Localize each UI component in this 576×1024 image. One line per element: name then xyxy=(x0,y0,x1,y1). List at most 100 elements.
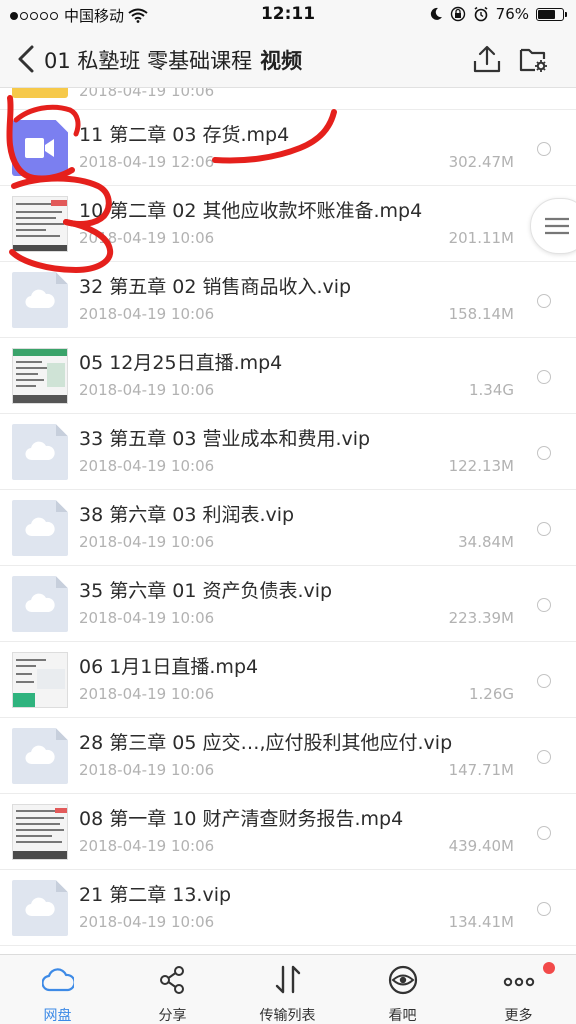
tab-bar: 网盘 分享 传输列表 看吧 更多 xyxy=(0,954,576,1024)
status-right: 76% xyxy=(429,5,567,23)
file-row[interactable]: 32 第五章 02 销售商品收入.vip 2018-04-19 10:06 15… xyxy=(0,262,576,338)
file-name: 38 第六章 03 利润表.vip xyxy=(79,504,295,526)
file-size: 1.34G xyxy=(468,381,514,399)
file-name: 06 1月1日直播.mp4 xyxy=(79,656,259,678)
tab-watch[interactable]: 看吧 xyxy=(345,955,460,1024)
hamburger-icon xyxy=(545,217,569,235)
cloud-file-icon xyxy=(12,424,68,480)
video-file-icon xyxy=(12,120,68,176)
file-name: 32 第五章 02 销售商品收入.vip xyxy=(79,276,352,298)
file-row[interactable]: 35 第六章 01 资产负债表.vip 2018-04-19 10:06 223… xyxy=(0,566,576,642)
cloud-file-icon xyxy=(12,880,68,936)
select-radio[interactable] xyxy=(537,142,551,156)
file-row[interactable]: 08 第一章 10 财产清查财务报告.mp4 2018-04-19 10:06 … xyxy=(0,794,576,870)
tab-cloud-drive[interactable]: 网盘 xyxy=(0,955,115,1024)
folder-thumbnail xyxy=(12,88,68,98)
file-row[interactable]: 11 第二章 03 存货.mp4 2018-04-19 12:06 302.47… xyxy=(0,110,576,186)
file-date: 2018-04-19 10:06 xyxy=(79,913,215,931)
select-radio[interactable] xyxy=(537,446,551,460)
tab-label: 网盘 xyxy=(43,1008,72,1024)
file-row[interactable]: 05 12月25日直播.mp4 2018-04-19 10:06 1.34G xyxy=(0,338,576,414)
file-name: 11 第二章 03 存货.mp4 xyxy=(79,124,290,146)
cloud-file-icon xyxy=(12,576,68,632)
partial-row[interactable]: 2018-04-19 10:06 xyxy=(0,88,576,110)
video-thumbnail xyxy=(12,652,68,708)
file-row[interactable]: 33 第五章 03 营业成本和费用.vip 2018-04-19 10:06 1… xyxy=(0,414,576,490)
tab-more[interactable]: 更多 xyxy=(461,955,576,1024)
file-date: 2018-04-19 10:06 xyxy=(79,457,215,475)
file-size: 34.84M xyxy=(458,533,514,551)
file-name: 10 第二章 02 其他应收款坏账准备.mp4 xyxy=(79,200,423,222)
tab-transfer-list[interactable]: 传输列表 xyxy=(230,955,345,1024)
select-radio[interactable] xyxy=(537,294,551,308)
file-row[interactable]: 28 第三章 05 应交…,应付股利其他应付.vip 2018-04-19 10… xyxy=(0,718,576,794)
file-date: 2018-04-19 10:06 xyxy=(79,609,215,627)
video-thumbnail xyxy=(12,804,68,860)
tab-label: 传输列表 xyxy=(259,1008,316,1024)
file-row[interactable]: 21 第二章 13.vip 2018-04-19 10:06 134.41M xyxy=(0,870,576,946)
file-date: 2018-04-19 10:06 xyxy=(79,305,215,323)
video-thumbnail xyxy=(12,196,68,252)
file-date: 2018-04-19 10:06 xyxy=(79,381,215,399)
tab-label: 更多 xyxy=(504,1008,533,1024)
battery-icon xyxy=(536,7,567,21)
file-size: 439.40M xyxy=(448,837,514,855)
video-thumbnail xyxy=(12,348,68,404)
cloud-file-icon xyxy=(12,728,68,784)
select-radio[interactable] xyxy=(537,598,551,612)
file-date: 2018-04-19 12:06 xyxy=(79,153,215,171)
file-size: 134.41M xyxy=(448,913,514,931)
select-radio[interactable] xyxy=(537,522,551,536)
battery-fill xyxy=(538,9,556,19)
cloud-file-icon xyxy=(12,500,68,556)
file-name: 35 第六章 01 资产负债表.vip xyxy=(79,580,333,602)
rotation-lock-icon xyxy=(450,6,465,22)
file-date: 2018-04-19 10:06 xyxy=(79,229,215,247)
file-size: 223.39M xyxy=(448,609,514,627)
file-size: 302.47M xyxy=(448,153,514,171)
tab-share[interactable]: 分享 xyxy=(115,955,230,1024)
file-name: 21 第二章 13.vip xyxy=(79,884,232,906)
eye-icon xyxy=(388,965,418,995)
transfer-arrows-icon xyxy=(275,965,301,994)
file-name: 33 第五章 03 营业成本和费用.vip xyxy=(79,428,371,450)
tab-label: 看吧 xyxy=(388,1008,417,1024)
file-date: 2018-04-19 10:06 xyxy=(79,685,215,703)
tab-label: 分享 xyxy=(158,1008,187,1024)
select-radio[interactable] xyxy=(537,902,551,916)
file-size: 122.13M xyxy=(448,457,514,475)
notification-badge xyxy=(543,962,555,974)
select-radio[interactable] xyxy=(537,750,551,764)
cloud-file-icon xyxy=(12,272,68,328)
file-row[interactable]: 06 1月1日直播.mp4 2018-04-19 10:06 1.26G xyxy=(0,642,576,718)
file-size: 158.14M xyxy=(448,305,514,323)
moon-icon xyxy=(430,7,442,20)
page-title: 01 私塾班 零基础课程 视频 xyxy=(44,45,302,75)
file-size: 1.26G xyxy=(468,685,514,703)
page-title-path: 01 私塾班 零基础课程 xyxy=(44,49,253,73)
page-title-folder: 视频 xyxy=(260,49,303,73)
file-row[interactable]: 10 第二章 02 其他应收款坏账准备.mp4 2018-04-19 10:06… xyxy=(0,186,576,262)
alarm-icon xyxy=(474,6,488,22)
upload-icon[interactable] xyxy=(472,44,502,74)
file-date: 2018-04-19 10:06 xyxy=(79,533,215,551)
back-arrow-icon[interactable] xyxy=(12,44,40,74)
folder-settings-icon[interactable] xyxy=(518,44,548,74)
file-date: 2018-04-19 10:06 xyxy=(79,837,215,855)
status-bar: 中国移动 12:11 76% xyxy=(0,0,576,30)
file-date: 2018-04-19 10:06 xyxy=(79,761,215,779)
battery-percent: 76% xyxy=(495,5,529,23)
cloud-icon xyxy=(42,968,74,992)
file-name: 28 第三章 05 应交…,应付股利其他应付.vip xyxy=(79,732,453,754)
share-icon xyxy=(160,966,184,994)
more-dots-icon xyxy=(503,977,535,987)
file-size: 201.11M xyxy=(448,229,514,247)
file-name: 05 12月25日直播.mp4 xyxy=(79,352,283,374)
file-name: 08 第一章 10 财产清查财务报告.mp4 xyxy=(79,808,404,830)
file-list[interactable]: 2018-04-19 10:06 11 第二章 03 存货.mp4 2018-0… xyxy=(0,88,576,954)
file-row[interactable]: 38 第六章 03 利润表.vip 2018-04-19 10:06 34.84… xyxy=(0,490,576,566)
select-radio[interactable] xyxy=(537,826,551,840)
select-radio[interactable] xyxy=(537,674,551,688)
select-radio[interactable] xyxy=(537,370,551,384)
file-size: 147.71M xyxy=(448,761,514,779)
